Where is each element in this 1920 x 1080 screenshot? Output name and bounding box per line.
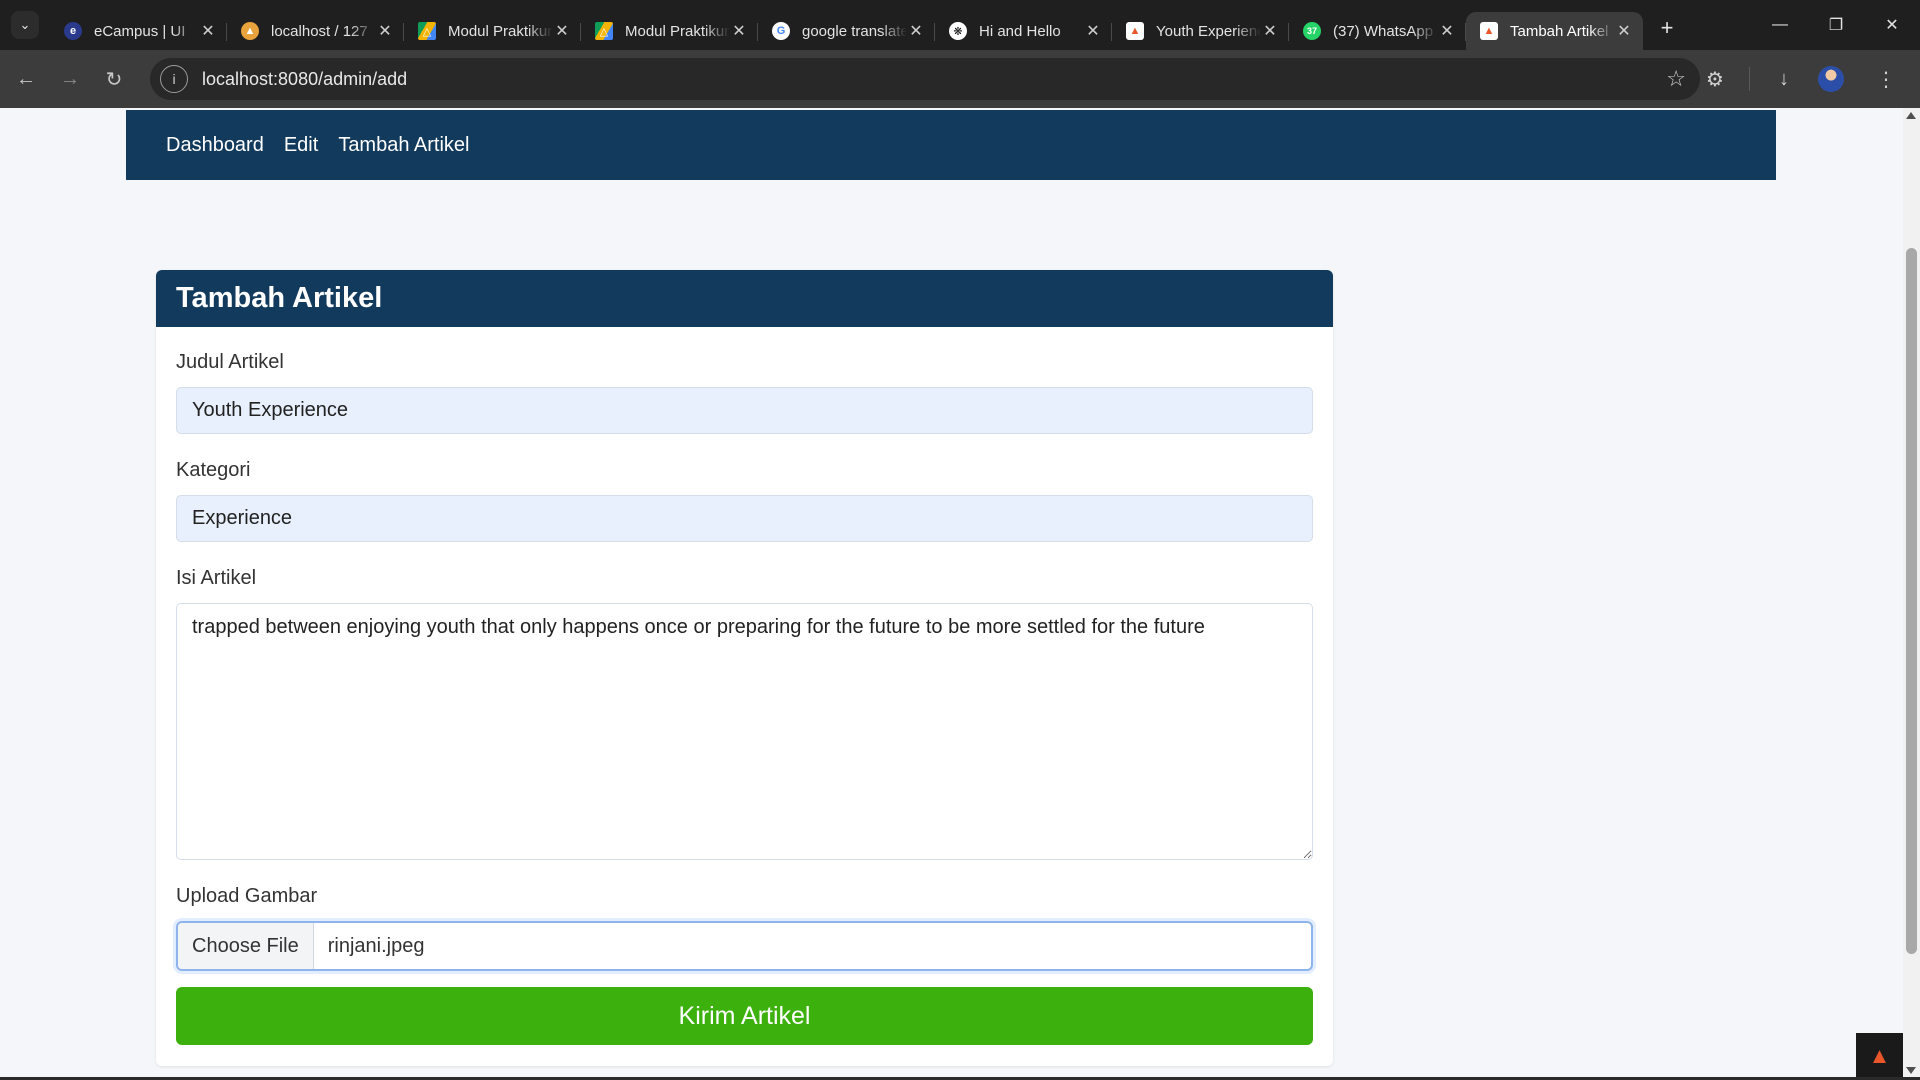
- openai-icon: ❋: [949, 22, 967, 40]
- page-scrollbar[interactable]: [1903, 108, 1920, 1078]
- flame-icon: ▲: [1126, 22, 1144, 40]
- reload-icon[interactable]: ↻: [96, 61, 132, 97]
- page-viewport: Dashboard Edit Tambah Artikel Tambah Art…: [0, 108, 1903, 1078]
- tab-title: eCampus | UI: [94, 22, 186, 40]
- upload-label: Upload Gambar: [176, 885, 318, 907]
- ecampus-icon: e: [64, 22, 82, 40]
- kategori-input[interactable]: [176, 495, 1313, 542]
- toolbar-actions: ⚙ ↓ ⋮: [1693, 50, 1920, 108]
- minimize-icon[interactable]: —: [1752, 0, 1808, 50]
- isi-label: Isi Artikel: [176, 567, 257, 589]
- download-icon[interactable]: ↓: [1762, 57, 1806, 101]
- judul-label: Judul Artikel: [176, 351, 284, 373]
- tab-title: Tambah Artikel: [1510, 22, 1609, 40]
- scroll-down-arrow-icon[interactable]: [1906, 1067, 1916, 1074]
- bookmark-star-icon[interactable]: ☆: [1666, 66, 1686, 92]
- nav-link-edit[interactable]: Edit: [284, 134, 318, 157]
- toolbar-divider: [1749, 67, 1750, 91]
- google-icon: G: [772, 22, 790, 40]
- close-icon[interactable]: ✕: [199, 21, 217, 41]
- close-icon[interactable]: ✕: [376, 21, 394, 41]
- tab-title: Modul Praktikum: [625, 22, 730, 40]
- browser-tab-strip: ⌄ e eCampus | UI ✕ ▲ localhost / 127 ✕ △…: [0, 0, 1920, 50]
- choose-file-button[interactable]: Choose File: [178, 923, 314, 969]
- tab-title: (37) WhatsApp: [1333, 22, 1434, 40]
- menu-icon[interactable]: ⋮: [1864, 57, 1908, 101]
- browser-tab[interactable]: △ Modul Praktikum ✕: [404, 12, 581, 50]
- nav-link-tambah-artikel[interactable]: Tambah Artikel: [338, 134, 469, 157]
- flame-icon: ▲: [1480, 22, 1498, 40]
- kategori-label: Kategori: [176, 459, 251, 481]
- browser-tab[interactable]: ▲ localhost / 127 ✕: [227, 12, 404, 50]
- tab-search-button[interactable]: ⌄: [11, 11, 39, 39]
- card-title: Tambah Artikel: [156, 270, 1333, 327]
- phpmyadmin-icon: ▲: [241, 22, 259, 40]
- kirim-artikel-button[interactable]: Kirim Artikel: [176, 987, 1313, 1045]
- close-window-icon[interactable]: ✕: [1864, 0, 1920, 50]
- close-icon[interactable]: ✕: [730, 21, 748, 41]
- address-bar[interactable]: i localhost:8080/admin/add ☆: [150, 58, 1700, 100]
- browser-tab[interactable]: e eCampus | UI ✕: [50, 12, 227, 50]
- close-icon[interactable]: ✕: [1084, 21, 1102, 41]
- extensions-icon[interactable]: ⚙: [1693, 57, 1737, 101]
- new-tab-button[interactable]: +: [1649, 15, 1685, 41]
- browser-toolbar: ← → ↻ i localhost:8080/admin/add ☆ ⚙ ↓ ⋮: [0, 50, 1920, 108]
- judul-input[interactable]: [176, 387, 1313, 434]
- tab-title: Youth Experience: [1156, 22, 1261, 40]
- close-icon[interactable]: ✕: [907, 21, 925, 41]
- browser-tab[interactable]: ❋ Hi and Hello ✕: [935, 12, 1112, 50]
- tab-title: Hi and Hello: [979, 22, 1061, 40]
- scroll-up-arrow-icon[interactable]: [1906, 112, 1916, 119]
- google-drive-icon: △: [418, 22, 436, 40]
- restore-icon[interactable]: ❐: [1808, 0, 1864, 50]
- scrollbar-thumb[interactable]: [1906, 248, 1917, 954]
- nav-link-dashboard[interactable]: Dashboard: [166, 134, 264, 157]
- back-icon[interactable]: ←: [8, 61, 44, 97]
- google-drive-icon: △: [595, 22, 613, 40]
- close-icon[interactable]: ✕: [1438, 21, 1456, 41]
- flame-icon[interactable]: ▲: [1856, 1033, 1903, 1078]
- article-form: Judul Artikel Kategori Isi Artikel trapp…: [156, 351, 1333, 1045]
- browser-tab[interactable]: △ Modul Praktikum ✕: [581, 12, 758, 50]
- add-article-card: Tambah Artikel Judul Artikel Kategori Is…: [156, 270, 1333, 1066]
- browser-tab[interactable]: ▲ Youth Experience ✕: [1112, 12, 1289, 50]
- window-controls: — ❐ ✕: [1752, 0, 1920, 50]
- url-text[interactable]: localhost:8080/admin/add: [202, 69, 407, 90]
- tab-title: Modul Praktikum: [448, 22, 553, 40]
- whatsapp-icon: 37: [1303, 22, 1321, 40]
- site-info-icon[interactable]: i: [160, 65, 188, 93]
- forward-icon[interactable]: →: [52, 61, 88, 97]
- file-upload-input[interactable]: Choose File rinjani.jpeg: [176, 921, 1313, 971]
- close-icon[interactable]: ✕: [1261, 21, 1279, 41]
- browser-tab[interactable]: G google translate ✕: [758, 12, 935, 50]
- profile-avatar[interactable]: [1818, 66, 1844, 92]
- tab-title: localhost / 127: [271, 22, 368, 40]
- close-icon[interactable]: ✕: [1615, 21, 1633, 41]
- browser-tab-active[interactable]: ▲ Tambah Artikel ✕: [1466, 12, 1643, 50]
- selected-file-name: rinjani.jpeg: [327, 934, 425, 957]
- admin-navbar: Dashboard Edit Tambah Artikel: [126, 110, 1776, 180]
- isi-textarea[interactable]: trapped between enjoying youth that only…: [176, 603, 1313, 860]
- browser-tab[interactable]: 37 (37) WhatsApp ✕: [1289, 12, 1466, 50]
- close-icon[interactable]: ✕: [553, 21, 571, 41]
- tab-title: google translate: [802, 22, 907, 40]
